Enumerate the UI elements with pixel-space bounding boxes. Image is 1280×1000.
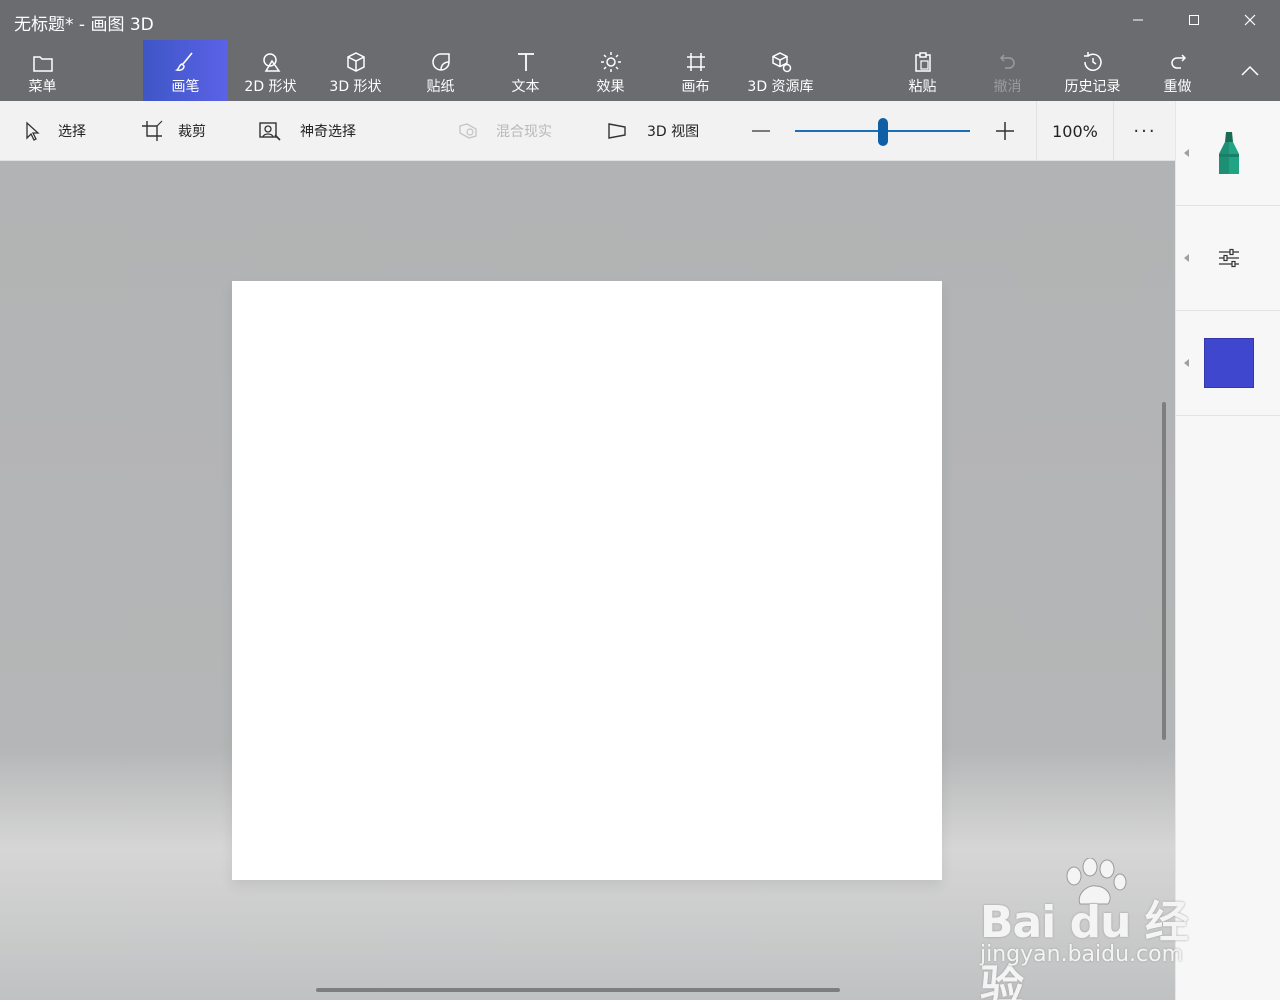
menu-label: 菜单 bbox=[28, 79, 57, 95]
mixed-reality-label: 混合现实 bbox=[496, 124, 552, 140]
brush-tab[interactable]: 画笔 bbox=[143, 40, 228, 101]
folder-icon bbox=[31, 40, 55, 74]
settings-section[interactable] bbox=[1176, 206, 1280, 311]
library-3d-label: 3D 资源库 bbox=[747, 79, 814, 95]
minimize-button[interactable] bbox=[1110, 0, 1166, 40]
close-button[interactable] bbox=[1222, 0, 1278, 40]
mixed-reality-button[interactable]: 混合现实 bbox=[456, 101, 552, 161]
canvas-icon bbox=[684, 40, 708, 74]
stickers-tab[interactable]: 贴纸 bbox=[398, 40, 483, 101]
more-options-button[interactable]: ··· bbox=[1120, 101, 1170, 161]
shapes-2d-tab[interactable]: 2D 形状 bbox=[228, 40, 313, 101]
history-icon bbox=[1081, 40, 1105, 74]
library-icon bbox=[769, 40, 793, 74]
plus-icon bbox=[996, 122, 1014, 140]
menu-button[interactable]: 菜单 bbox=[0, 40, 85, 101]
maximize-icon bbox=[1189, 15, 1199, 25]
select-button[interactable]: 选择 bbox=[20, 101, 86, 161]
view-3d-label: 3D 视图 bbox=[647, 124, 700, 140]
magic-select-button[interactable]: 神奇选择 bbox=[258, 101, 356, 161]
redo-icon bbox=[1166, 40, 1190, 74]
chevron-up-icon bbox=[1241, 65, 1259, 76]
select-label: 选择 bbox=[58, 124, 86, 140]
vertical-scrollbar[interactable] bbox=[1162, 402, 1166, 740]
view-3d-button[interactable]: 3D 视图 bbox=[605, 101, 699, 161]
cursor-icon bbox=[20, 119, 44, 143]
crop-icon bbox=[140, 119, 164, 143]
brush-icon bbox=[174, 40, 198, 74]
text-tab[interactable]: 文本 bbox=[483, 40, 568, 101]
drawing-canvas[interactable] bbox=[232, 281, 942, 880]
ribbon: 菜单 画笔 2D 形状 3D 形状 贴纸 文本 效果 画布 3D 资源库 粘贴 … bbox=[0, 40, 1280, 101]
library-3d-tab[interactable]: 3D 资源库 bbox=[738, 40, 823, 101]
zoom-level[interactable]: 100% bbox=[1036, 101, 1114, 161]
collapse-ribbon-button[interactable] bbox=[1222, 40, 1278, 101]
expand-caret-icon[interactable] bbox=[1184, 149, 1189, 157]
text-icon bbox=[514, 40, 538, 74]
shapes-3d-label: 3D 形状 bbox=[329, 79, 382, 95]
color-section[interactable] bbox=[1176, 311, 1280, 416]
magic-select-icon bbox=[258, 119, 282, 143]
paste-label: 粘贴 bbox=[908, 79, 937, 95]
minimize-icon bbox=[1133, 19, 1143, 21]
undo-label: 撤消 bbox=[993, 79, 1022, 95]
history-button[interactable]: 历史记录 bbox=[1050, 40, 1135, 101]
crop-button[interactable]: 裁剪 bbox=[140, 101, 206, 161]
stickers-label: 贴纸 bbox=[426, 79, 455, 95]
sliders-icon bbox=[1218, 248, 1239, 268]
selected-color-swatch[interactable] bbox=[1203, 338, 1254, 388]
magic-select-label: 神奇选择 bbox=[300, 124, 356, 140]
brush-label: 画笔 bbox=[171, 79, 200, 95]
expand-caret-icon[interactable] bbox=[1184, 254, 1189, 262]
watermark-url: jingyan.baidu.com bbox=[980, 942, 1184, 967]
effects-tab[interactable]: 效果 bbox=[568, 40, 653, 101]
redo-label: 重做 bbox=[1163, 79, 1192, 95]
sun-icon bbox=[599, 40, 623, 74]
cube-icon bbox=[344, 40, 368, 74]
shapes-3d-tab[interactable]: 3D 形状 bbox=[313, 40, 398, 101]
text-label: 文本 bbox=[511, 79, 540, 95]
redo-button[interactable]: 重做 bbox=[1135, 40, 1220, 101]
mixed-reality-icon bbox=[456, 119, 480, 143]
horizontal-scrollbar[interactable] bbox=[316, 988, 840, 992]
canvas-label: 画布 bbox=[681, 79, 710, 95]
window-title: 无标题* - 画图 3D bbox=[14, 15, 154, 35]
shapes-2d-icon bbox=[259, 40, 283, 74]
shapes-2d-label: 2D 形状 bbox=[244, 79, 297, 95]
undo-icon bbox=[996, 40, 1020, 74]
view-3d-icon bbox=[605, 119, 629, 143]
minus-icon bbox=[752, 130, 770, 132]
maximize-button[interactable] bbox=[1166, 0, 1222, 40]
zoom-out-button[interactable] bbox=[746, 101, 776, 161]
sticker-icon bbox=[429, 40, 453, 74]
canvas-tab[interactable]: 画布 bbox=[653, 40, 738, 101]
marker-icon bbox=[1218, 132, 1239, 174]
undo-button[interactable]: 撤消 bbox=[965, 40, 1050, 101]
title-bar: 无标题* - 画图 3D bbox=[0, 0, 1280, 40]
effects-label: 效果 bbox=[596, 79, 625, 95]
expand-caret-icon[interactable] bbox=[1184, 359, 1189, 367]
crop-label: 裁剪 bbox=[178, 124, 206, 140]
baidu-watermark: Bai du 经验 jingyan.baidu.com bbox=[980, 858, 1220, 1000]
zoom-slider-thumb[interactable] bbox=[878, 118, 888, 146]
tool-section[interactable] bbox=[1176, 101, 1280, 206]
paste-button[interactable]: 粘贴 bbox=[880, 40, 965, 101]
zoom-in-button[interactable] bbox=[990, 101, 1020, 161]
close-icon bbox=[1244, 14, 1256, 26]
history-label: 历史记录 bbox=[1064, 79, 1121, 95]
paste-icon bbox=[911, 40, 935, 74]
